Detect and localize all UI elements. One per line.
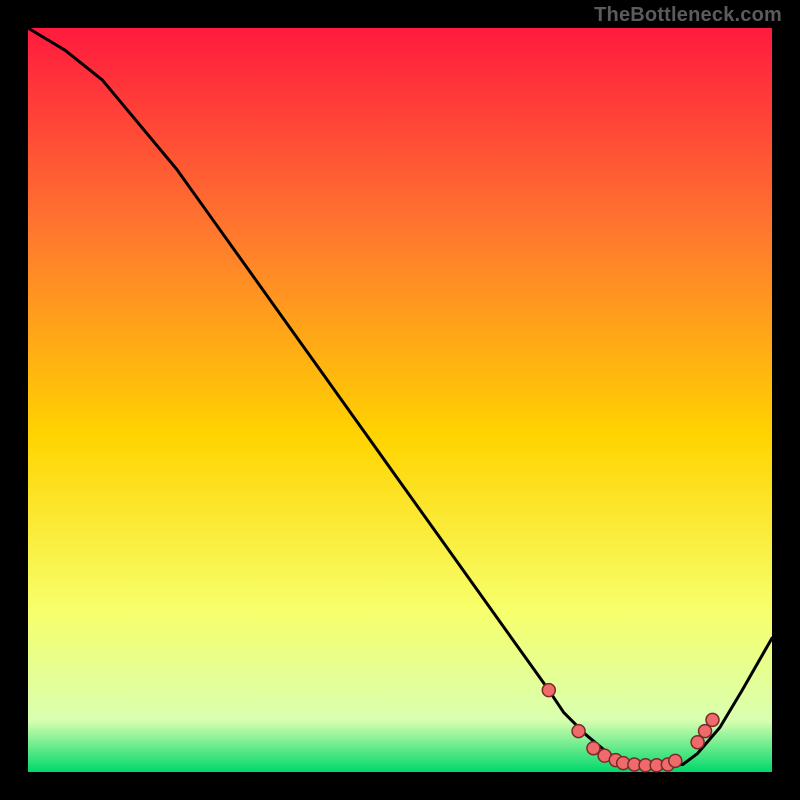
bottleneck-chart-svg xyxy=(0,0,800,800)
data-marker xyxy=(572,725,585,738)
chart-background-gradient xyxy=(28,28,772,772)
data-marker xyxy=(706,713,719,726)
data-marker xyxy=(542,684,555,697)
watermark-text: TheBottleneck.com xyxy=(594,4,782,27)
chart-stage: TheBottleneck.com xyxy=(0,0,800,800)
data-marker xyxy=(669,754,682,767)
